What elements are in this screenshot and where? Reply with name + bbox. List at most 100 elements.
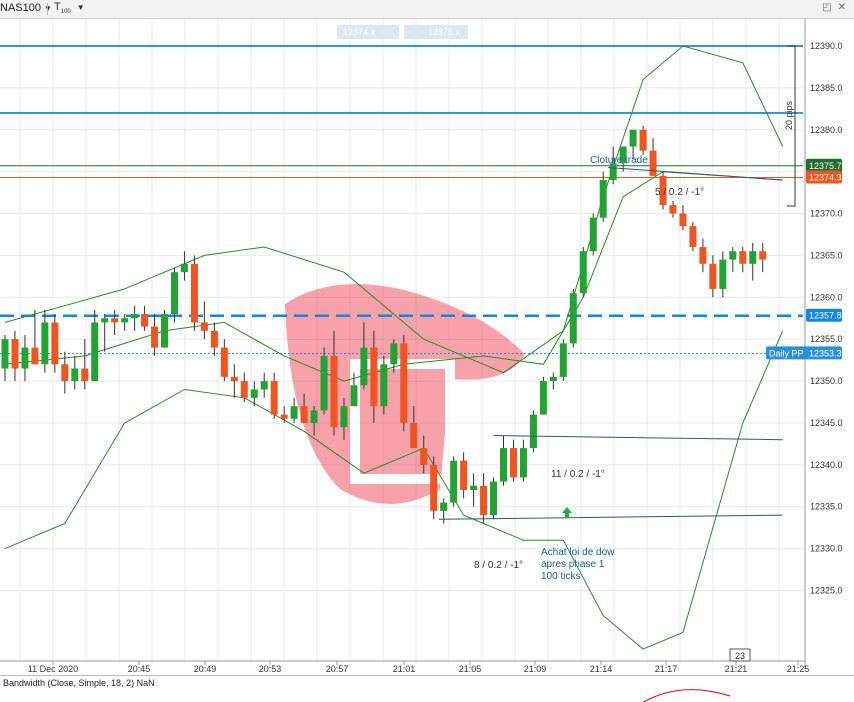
candle-body: [290, 406, 298, 419]
price-tick-label: 12365.0: [810, 250, 843, 260]
candle-body: [121, 318, 129, 323]
toolbar-divider: [47, 3, 48, 15]
candle-body: [390, 343, 398, 365]
time-tick-label: 21:01: [393, 664, 416, 674]
candle-body: [639, 129, 647, 151]
candle-body: [599, 180, 607, 218]
candle-body: [320, 355, 328, 411]
candle-body: [370, 347, 378, 407]
crosshair-label-left-text: 12374.x: [343, 27, 376, 37]
candle-body: [460, 460, 468, 490]
candle-body: [559, 343, 567, 377]
candle-body: [739, 251, 747, 264]
daily-pp-name: Daily PP: [769, 348, 804, 358]
candle-body: [709, 263, 717, 289]
candle-body: [490, 481, 498, 516]
annotation-ratio-bottom: 8 / 0.2 / -1°: [474, 560, 523, 571]
time-tick-label: 21:21: [725, 664, 748, 674]
timeframe-selector[interactable]: T100 ▼: [54, 1, 85, 15]
candle-body: [749, 251, 757, 264]
candle-body: [180, 263, 188, 273]
candle-body: [729, 251, 737, 260]
timeframe-label: T: [54, 1, 61, 13]
indicator-panel[interactable]: Bandwidth (Close, Simple, 18, 2) NaN: [0, 675, 854, 702]
annotation-achat-2: apres phase 1: [541, 559, 605, 570]
candle-body: [111, 318, 119, 323]
symbol-name: NAS100: [0, 2, 41, 14]
candle-body: [579, 251, 587, 294]
candle-body: [1, 339, 9, 369]
candle-body: [31, 347, 39, 365]
candle-body: [11, 339, 19, 369]
candle-body: [470, 485, 478, 490]
candle-body: [440, 502, 448, 511]
time-tick-label: 21:25: [787, 664, 810, 674]
symbol-selector[interactable]: NAS100▼: [0, 2, 52, 14]
candle-body: [350, 385, 358, 407]
candle-body: [81, 368, 89, 382]
candle-body: [629, 129, 637, 147]
candle-body: [210, 330, 218, 348]
price-tick-label: 12390.0: [810, 41, 843, 51]
time-tick-label: 21:09: [524, 664, 547, 674]
candle-body: [61, 364, 69, 382]
time-tick-label: 20:49: [194, 664, 217, 674]
time-tick-label: 21:05: [459, 664, 482, 674]
candle-body: [509, 448, 517, 478]
candle-body: [230, 376, 238, 382]
candle-body: [300, 406, 308, 423]
time-marker-text: 23: [735, 651, 745, 661]
candle-body: [549, 376, 557, 382]
pivot-price-tag-text: 12357.8: [809, 311, 842, 321]
candle-body: [649, 150, 657, 176]
candle-body: [330, 355, 338, 428]
annotation-ratio-mid: 11 / 0.2 / -1°: [551, 469, 605, 480]
crosshair-label-right-text: 12375.x: [428, 27, 461, 37]
annotation-achat-1: Achat loi de dow: [541, 547, 615, 558]
price-tick-label: 12355.0: [810, 334, 843, 344]
price-tick-label: 12325.0: [810, 586, 843, 596]
time-tick-label: 20:53: [259, 664, 282, 674]
candle-body: [519, 448, 527, 478]
candle-body: [220, 347, 228, 377]
price-tick-label: 12335.0: [810, 502, 843, 512]
price-tick-label: 12380.0: [810, 125, 843, 135]
time-tick-label: 21:14: [590, 664, 613, 674]
candle-body: [450, 460, 458, 503]
candle-body: [200, 322, 208, 331]
candle-body: [589, 217, 597, 252]
candle-body: [310, 410, 318, 423]
candle-body: [529, 414, 537, 449]
price-tick-label: 12330.0: [810, 544, 843, 554]
maximize-icon[interactable]: ◰: [822, 2, 831, 13]
close-icon[interactable]: ✕: [838, 2, 846, 13]
candle-body: [340, 406, 348, 428]
candle-body: [689, 226, 697, 248]
time-tick-label: 21:17: [655, 664, 678, 674]
time-tick-label: 20:45: [128, 664, 151, 674]
candle-body: [420, 448, 428, 465]
candle-body: [101, 318, 109, 323]
candle-body: [190, 263, 198, 323]
candle-body: [141, 314, 149, 327]
price-tick-label: 12345.0: [810, 418, 843, 428]
candle-body: [71, 368, 79, 382]
candle-body: [260, 381, 268, 390]
candle-body: [699, 247, 707, 264]
ask-price-tag-text: 12375.7: [809, 161, 842, 171]
candle-body: [759, 251, 767, 260]
candle-body: [270, 381, 278, 415]
candle-body: [430, 464, 438, 511]
candle-body: [569, 293, 577, 344]
candle-body: [539, 381, 547, 415]
candle-body: [161, 314, 169, 348]
pips-label: 20 pips: [784, 100, 794, 130]
chart-toolbar: NAS100▼ T100▼ ◰ ✕: [0, 0, 854, 19]
candle-body: [410, 422, 418, 449]
timeframe-sub: 100: [60, 9, 71, 16]
price-chart[interactable]: Cloture trade 5 / 0.2 / -1° 11 / 0.2 / -1°…: [0, 19, 854, 675]
candle-body: [679, 213, 687, 227]
candle-body: [170, 272, 178, 315]
candle-body: [480, 485, 488, 516]
bid-price-tag-text: 12374.3: [809, 173, 842, 183]
